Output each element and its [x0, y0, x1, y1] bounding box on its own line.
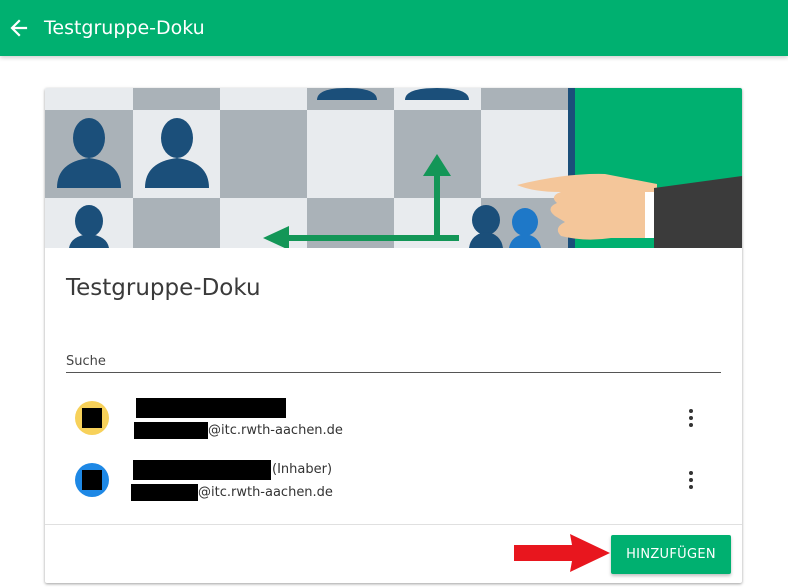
- member-row[interactable]: (Inhaber) @itc.rwth-aachen.de: [45, 450, 742, 510]
- back-button[interactable]: [2, 11, 36, 45]
- member-name-redaction: [133, 460, 271, 480]
- more-vert-icon: [689, 471, 693, 475]
- avatar-redaction: [82, 470, 102, 490]
- member-email-redaction: [131, 484, 198, 501]
- member-row[interactable]: @itc.rwth-aachen.de: [45, 388, 742, 448]
- app-bar: Testgruppe-Doku: [0, 0, 788, 56]
- more-vert-icon: [689, 409, 693, 413]
- member-email-redaction: [134, 422, 208, 439]
- arrow-left-icon: [10, 19, 28, 37]
- member-name-redaction: [136, 398, 286, 418]
- search-field[interactable]: [66, 350, 721, 373]
- annotation-arrow-icon: [514, 534, 610, 572]
- group-title: Testgruppe-Doku: [66, 275, 261, 301]
- avatar: [75, 401, 109, 435]
- group-banner-image: [45, 88, 742, 248]
- card-actions-divider: [45, 524, 742, 525]
- member-menu-button[interactable]: [679, 466, 703, 494]
- member-menu-button[interactable]: [679, 404, 703, 432]
- member-email-domain: @itc.rwth-aachen.de: [208, 423, 343, 438]
- add-member-button[interactable]: HINZUFÜGEN: [611, 535, 731, 574]
- app-bar-title: Testgruppe-Doku: [44, 17, 205, 39]
- group-card: Testgruppe-Doku @itc.rwth-aachen.de (Inh…: [45, 88, 742, 583]
- member-role: (Inhaber): [272, 462, 333, 477]
- member-email-domain: @itc.rwth-aachen.de: [198, 485, 333, 500]
- search-input[interactable]: [66, 351, 721, 372]
- avatar: [75, 463, 109, 497]
- avatar-redaction: [82, 408, 102, 428]
